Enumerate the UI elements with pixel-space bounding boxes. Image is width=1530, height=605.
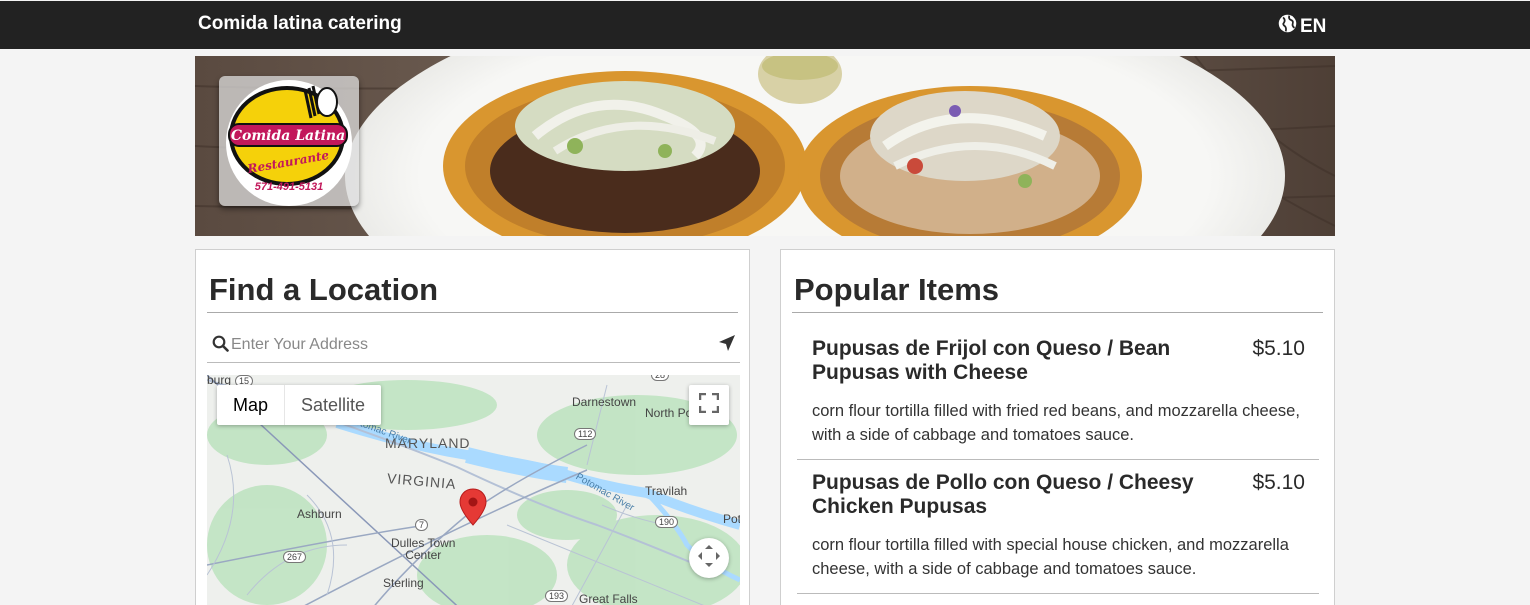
find-location-panel: Find a Location Enter Your Address burg … [195, 249, 750, 605]
pan-arrows-icon [696, 543, 722, 574]
menu-item[interactable]: Pupusas de Frijol con Queso / Bean Pupus… [797, 337, 1319, 460]
menu-item-price: $5.10 [1252, 471, 1305, 494]
menu-item-name[interactable]: Pupusas de Pollo con Queso / Cheesy Chic… [812, 471, 1202, 519]
language-label: EN [1300, 15, 1327, 37]
popular-items-panel: Popular Items Pupusas de Frijol con Ques… [780, 249, 1335, 605]
logo-phone: 571-491-5131 [255, 181, 324, 193]
route-267-shield: 267 [283, 551, 307, 563]
map-label-north-potomac: North Po [645, 406, 693, 420]
route-190-shield: 190 [655, 516, 679, 528]
brand-name[interactable]: Comida latina catering [198, 13, 402, 35]
map-type-control: Map Satellite [217, 385, 382, 425]
location-marker-icon[interactable] [459, 488, 487, 531]
menu-item-price: $5.10 [1252, 337, 1305, 360]
top-navbar: Comida latina catering EN [0, 1, 1530, 49]
menu-item-name[interactable]: Pupusas de Frijol con Queso / Bean Pupus… [812, 337, 1202, 385]
map-label-potomac-town: Pot [723, 512, 740, 526]
map-label-sterling: Sterling [383, 576, 424, 590]
divider [792, 312, 1323, 313]
location-map[interactable]: burg Darnestown North Po MARYLAND Potoma… [207, 375, 740, 605]
fullscreen-icon [698, 392, 720, 418]
divider [207, 312, 738, 313]
popular-items-title: Popular Items [794, 272, 999, 307]
map-label-travilah: Travilah [645, 484, 688, 498]
address-search [207, 328, 740, 363]
map-label-dulles: Dulles Town Center [391, 536, 456, 562]
camera-control-button[interactable] [689, 538, 729, 578]
menu-item-description: corn flour tortilla filled with fried re… [812, 402, 1300, 444]
route-7-shield: 7 [415, 519, 429, 531]
fullscreen-button[interactable] [689, 385, 729, 425]
map-type-map-button[interactable]: Map [217, 385, 284, 425]
map-label-great-falls: Great Falls [579, 592, 638, 605]
map-type-satellite-button[interactable]: Satellite [284, 385, 381, 425]
address-input[interactable] [231, 333, 711, 357]
search-icon [212, 335, 229, 357]
globe-icon [1277, 13, 1298, 40]
find-location-title: Find a Location [209, 272, 439, 307]
menu-item[interactable]: Pupusas de Pollo con Queso / Cheesy Chic… [797, 471, 1319, 594]
map-label-darnestown: Darnestown [572, 395, 637, 409]
hero-banner [195, 56, 1335, 236]
logo-title: Comida Latina [231, 128, 345, 144]
route-112-shield: 112 [574, 428, 597, 440]
restaurant-logo[interactable]: Comida Latina Restaurante 571-491-5131 [219, 76, 359, 206]
language-selector[interactable]: EN [1277, 13, 1326, 40]
hero-food-image [195, 56, 1335, 236]
menu-item-description: corn flour tortilla filled with special … [812, 536, 1289, 578]
route-193-shield: 193 [545, 590, 569, 602]
locate-arrow-icon[interactable] [718, 334, 736, 357]
map-label-ashburn: Ashburn [297, 507, 342, 521]
